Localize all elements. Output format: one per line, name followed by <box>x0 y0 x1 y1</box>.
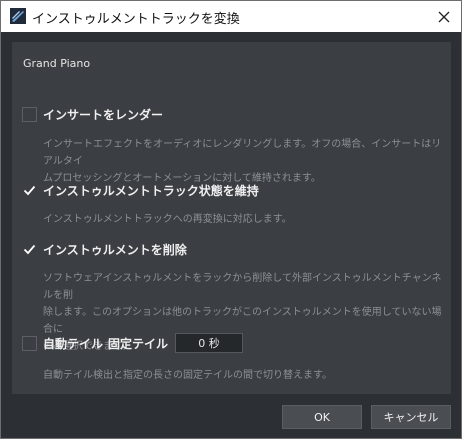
preserve-state-description: インストゥルメントトラックへの再変換に対応します。 <box>43 214 292 225</box>
auto-tail-label: 自動テイル <box>43 337 104 351</box>
render-inserts-checkbox[interactable] <box>22 107 37 122</box>
checkmark-icon <box>23 244 36 255</box>
checkmark-icon <box>23 185 36 196</box>
convert-instrument-track-dialog: インストゥルメントトラックを変換 Grand Piano インサートをレンダー … <box>0 0 462 439</box>
close-button[interactable] <box>429 4 459 30</box>
remove-instrument-checkbox[interactable] <box>22 242 37 257</box>
title-bar: インストゥルメントトラックを変換 <box>1 1 461 32</box>
ok-button[interactable]: OK <box>282 405 362 429</box>
cancel-button[interactable]: キャンセル <box>371 405 451 429</box>
tail-description: 自動テイル検出と指定の長さの固定テイルの間で切り替えます。 <box>43 370 332 381</box>
studio-one-icon <box>10 8 26 24</box>
close-icon <box>438 11 450 23</box>
fixed-tail-input[interactable]: 0 秒 <box>175 333 243 353</box>
preserve-state-label: インストゥルメントトラック状態を維持 <box>43 184 259 198</box>
instrument-name: Grand Piano <box>23 57 91 70</box>
render-inserts-label: インサートをレンダー <box>43 108 164 122</box>
render-inserts-description: インサートエフェクトをオーディオにレンダリングします。オフの場合、インサートはリ… <box>43 139 442 184</box>
window-title: インストゥルメントトラックを変換 <box>32 12 240 27</box>
fixed-tail-label: 固定テイル <box>108 337 169 351</box>
preserve-state-checkbox[interactable] <box>22 183 37 198</box>
auto-tail-checkbox[interactable] <box>22 336 37 351</box>
remove-instrument-label: インストゥルメントを削除 <box>43 243 187 257</box>
